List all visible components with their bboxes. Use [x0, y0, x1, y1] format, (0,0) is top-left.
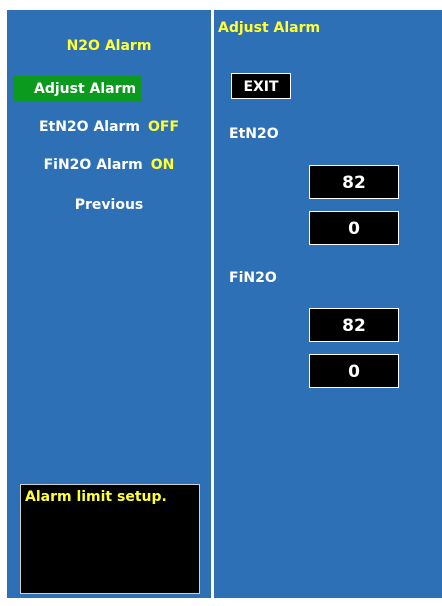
etn2o-high-limit[interactable]: 82	[309, 165, 399, 199]
monitor-screen: N2O Alarm Adjust Alarm EtN2O Alarm OFF Fi…	[0, 0, 442, 606]
menu-item-fin2o-alarm[interactable]: FiN2O Alarm ON	[7, 154, 211, 176]
fin2o-low-limit[interactable]: 0	[309, 354, 399, 388]
fin2o-high-limit[interactable]: 82	[309, 308, 399, 342]
etn2o-alarm-status: OFF	[148, 119, 180, 135]
menu-item-label: FiN2O Alarm	[43, 157, 143, 173]
menu-item-previous[interactable]: Previous	[7, 194, 211, 216]
adjust-alarm-panel: Adjust Alarm EXIT EtN2O 82 0 FiN2O 82 0	[214, 10, 442, 598]
menu-item-label: Adjust Alarm	[14, 76, 143, 102]
menu-item-adjust-alarm[interactable]: Adjust Alarm	[7, 76, 211, 102]
n2o-alarm-menu: N2O Alarm Adjust Alarm EtN2O Alarm OFF Fi…	[7, 10, 211, 598]
adjust-alarm-title: Adjust Alarm	[218, 20, 321, 36]
fin2o-alarm-status: ON	[150, 157, 175, 173]
menu-item-etn2o-alarm[interactable]: EtN2O Alarm OFF	[7, 116, 211, 138]
fin2o-label: FiN2O	[229, 270, 277, 286]
exit-button[interactable]: EXIT	[231, 73, 291, 99]
menu-item-label: Previous	[74, 197, 144, 213]
menu-item-label: EtN2O Alarm	[38, 119, 141, 135]
etn2o-label: EtN2O	[229, 126, 279, 142]
help-text: Alarm limit setup.	[25, 489, 167, 505]
menu-title: N2O Alarm	[66, 38, 152, 54]
help-text-box: Alarm limit setup.	[20, 484, 200, 594]
etn2o-low-limit[interactable]: 0	[309, 211, 399, 245]
